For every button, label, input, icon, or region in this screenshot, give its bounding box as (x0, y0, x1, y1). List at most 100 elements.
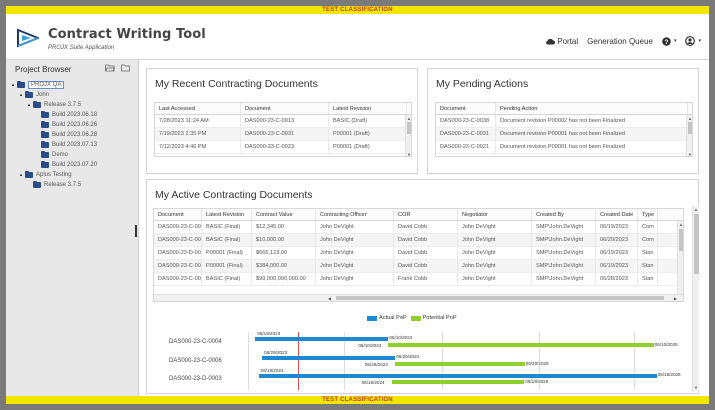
user-chevron-down-icon: ▾ (698, 38, 701, 44)
scroll-down-icon[interactable]: ▼ (407, 152, 411, 156)
tree-node[interactable]: Demo (6, 150, 139, 160)
sidebar-resize-handle[interactable] (135, 225, 137, 237)
column-header[interactable]: Type (638, 209, 658, 220)
column-header[interactable]: Created By (532, 209, 596, 220)
scroll-left-icon[interactable]: ◀ (328, 296, 331, 301)
tree-node-label: Release 3.7.5 (44, 102, 82, 108)
column-header[interactable]: Document (154, 209, 202, 220)
table-cell: 06/20/2023 (596, 234, 638, 246)
table-row[interactable]: 7/28/2023 11:24 AM DAS000-23-C-0013 BASIC … (155, 115, 411, 128)
potential-pop-bar[interactable] (388, 343, 654, 347)
tree-node[interactable]: Build 2023.06.28 (6, 130, 139, 140)
tree-node[interactable]: Build 2023.06.18 (6, 110, 139, 120)
potential-end-label: 06/19/2025 (525, 379, 549, 384)
table-row[interactable]: DAS000-23-C-0004BASIC (Final)$12,345.00J… (154, 221, 683, 234)
table-cell: DAS000-23-C-0031 (436, 128, 496, 140)
scroll-up-icon[interactable]: ▲ (688, 116, 692, 121)
table-row[interactable]: 7/19/2023 2:35 PM DAS000-23-C-0031 P00001 … (155, 128, 411, 141)
column-header[interactable]: Document (436, 103, 496, 114)
help-menu-button[interactable]: ? ▾ (662, 36, 676, 46)
table-cell: P00001 (Draft) (329, 141, 407, 153)
folder-icon (41, 141, 49, 148)
scroll-up-icon[interactable]: ▲ (694, 207, 698, 212)
potential-pop-bar[interactable] (391, 380, 525, 384)
folder-icon[interactable] (121, 64, 130, 72)
column-header[interactable]: Document (241, 103, 329, 114)
tree-node[interactable]: ▴ John (6, 90, 139, 100)
folder-icon (17, 81, 25, 88)
scroll-down-icon[interactable]: ▼ (688, 152, 692, 156)
table-cell: SMP\John.DeVight (532, 221, 596, 233)
column-header[interactable]: Created Date (596, 209, 638, 220)
potential-end-label: 06/20/2025 (525, 361, 549, 366)
table-cell: DAS000-23-C-0031 (241, 128, 329, 140)
table-cell: DAS000-23-C-0021 (154, 273, 202, 285)
table-row[interactable]: DAS000-23-C-0001P00001 (Final)$384,000.0… (154, 260, 683, 273)
pending-actions-title: My Pending Actions (436, 78, 529, 90)
table-cell: John DeVight (316, 234, 394, 246)
column-header[interactable]: Negotiator (458, 209, 532, 220)
table-row[interactable]: DAS000-23-C-0031 Document revision P00001… (436, 128, 692, 141)
tree-node-label: Demo (52, 152, 69, 158)
table-cell: 7/12/2023 4:46 PM (155, 141, 241, 153)
table-row[interactable]: DAS000-23-C-0021 Document revision P00001… (436, 141, 692, 154)
table-cell: P00001 (Final) (202, 247, 252, 259)
potential-pop-bar[interactable] (394, 362, 525, 366)
table-cell: David Cobb (394, 260, 458, 272)
table-cell: Com (638, 221, 658, 233)
tree-node[interactable]: ▴ Aplus Testing (6, 170, 139, 180)
panel-scrollbar[interactable]: ▲ ▼ (692, 206, 699, 391)
table-cell: DAS000-23-C-0038 (436, 115, 496, 127)
expand-caret-icon[interactable]: ▴ (18, 92, 24, 98)
folder-icon (41, 111, 49, 118)
table-cell: $10,000.00 (252, 234, 316, 246)
scroll-up-icon[interactable]: ▲ (407, 116, 411, 121)
actual-pop-bar[interactable] (255, 337, 389, 341)
expand-caret-icon[interactable]: ▴ (10, 82, 16, 88)
table-row[interactable]: DAS000-23-D-0003P00001 (Final)$666,123.0… (154, 247, 683, 260)
tree-node[interactable]: Build 2023.07.13 (6, 140, 139, 150)
table-row[interactable]: DAS000-23-C-0038 Document revision P00002… (436, 115, 692, 128)
table-cell: SMP\John.DeVight (532, 273, 596, 285)
column-header[interactable]: Latest Revision (329, 103, 407, 114)
tree-node[interactable]: Build 2023.06.26 (6, 120, 139, 130)
portal-link[interactable]: Portal (545, 37, 578, 46)
column-header[interactable]: Latest Revision (202, 209, 252, 220)
scroll-down-icon[interactable]: ▼ (694, 385, 698, 390)
scroll-right-icon[interactable]: ▶ (674, 296, 677, 301)
app-subtitle: PROJX Suite Application (48, 45, 115, 51)
column-header[interactable]: Pending Action (496, 103, 688, 114)
table-cell: 06/19/2023 (596, 260, 638, 272)
table-cell: 7/28/2023 11:24 AM (155, 115, 241, 127)
column-header[interactable]: Contracting Officer (316, 209, 394, 220)
column-header[interactable]: Last Accessed (155, 103, 241, 114)
generation-queue-link[interactable]: Generation Queue (587, 37, 653, 46)
column-header[interactable]: COR (394, 209, 458, 220)
tree-node[interactable]: ▴ PROJX QA (6, 80, 139, 90)
tree-node[interactable]: ▴ Release 3.7.5 (6, 100, 139, 110)
table-cell: John DeVight (316, 247, 394, 259)
pending-actions-panel: My Pending Actions Document Pending Acti… (427, 68, 699, 174)
portal-label: Portal (557, 36, 579, 46)
expand-caret-icon[interactable]: ▴ (18, 172, 24, 178)
table-cell: $384,000.00 (252, 260, 316, 272)
user-menu-button[interactable]: ▾ (685, 36, 701, 46)
folder-open-icon[interactable] (105, 64, 115, 72)
table-row[interactable]: DAS000-23-C-0009BASIC (Final)$10,000.00J… (154, 234, 683, 247)
table-header-row: Document Latest Revision Contract Value Con… (154, 209, 683, 221)
recent-table-scrollbar[interactable]: ▲ ▼ (405, 115, 411, 156)
table-row[interactable]: 7/12/2023 4:46 PM DAS000-23-C-0023 P00001 … (155, 141, 411, 154)
expand-caret-icon[interactable]: ▴ (26, 102, 32, 108)
actual-pop-bar[interactable] (258, 374, 657, 378)
table-row[interactable]: DAS000-23-C-0021BASIC (Final)$99,000,000… (154, 273, 683, 286)
active-table-hscrollbar[interactable]: ◀ ▶ (154, 294, 683, 301)
actual-pop-bar[interactable] (262, 356, 396, 360)
pending-table-scrollbar[interactable]: ▲ ▼ (686, 115, 692, 156)
scroll-up-icon[interactable]: ▲ (679, 222, 683, 227)
active-table-scrollbar[interactable]: ▲ (677, 221, 683, 295)
tree-node[interactable]: Build 2023.07.20 (6, 160, 139, 170)
column-header[interactable]: Contract Value (252, 209, 316, 220)
tree-node-label: Build 2023.07.13 (52, 142, 98, 148)
tree-node[interactable]: Release 3.7.5 (6, 180, 139, 190)
table-cell: David Cobb (394, 247, 458, 259)
